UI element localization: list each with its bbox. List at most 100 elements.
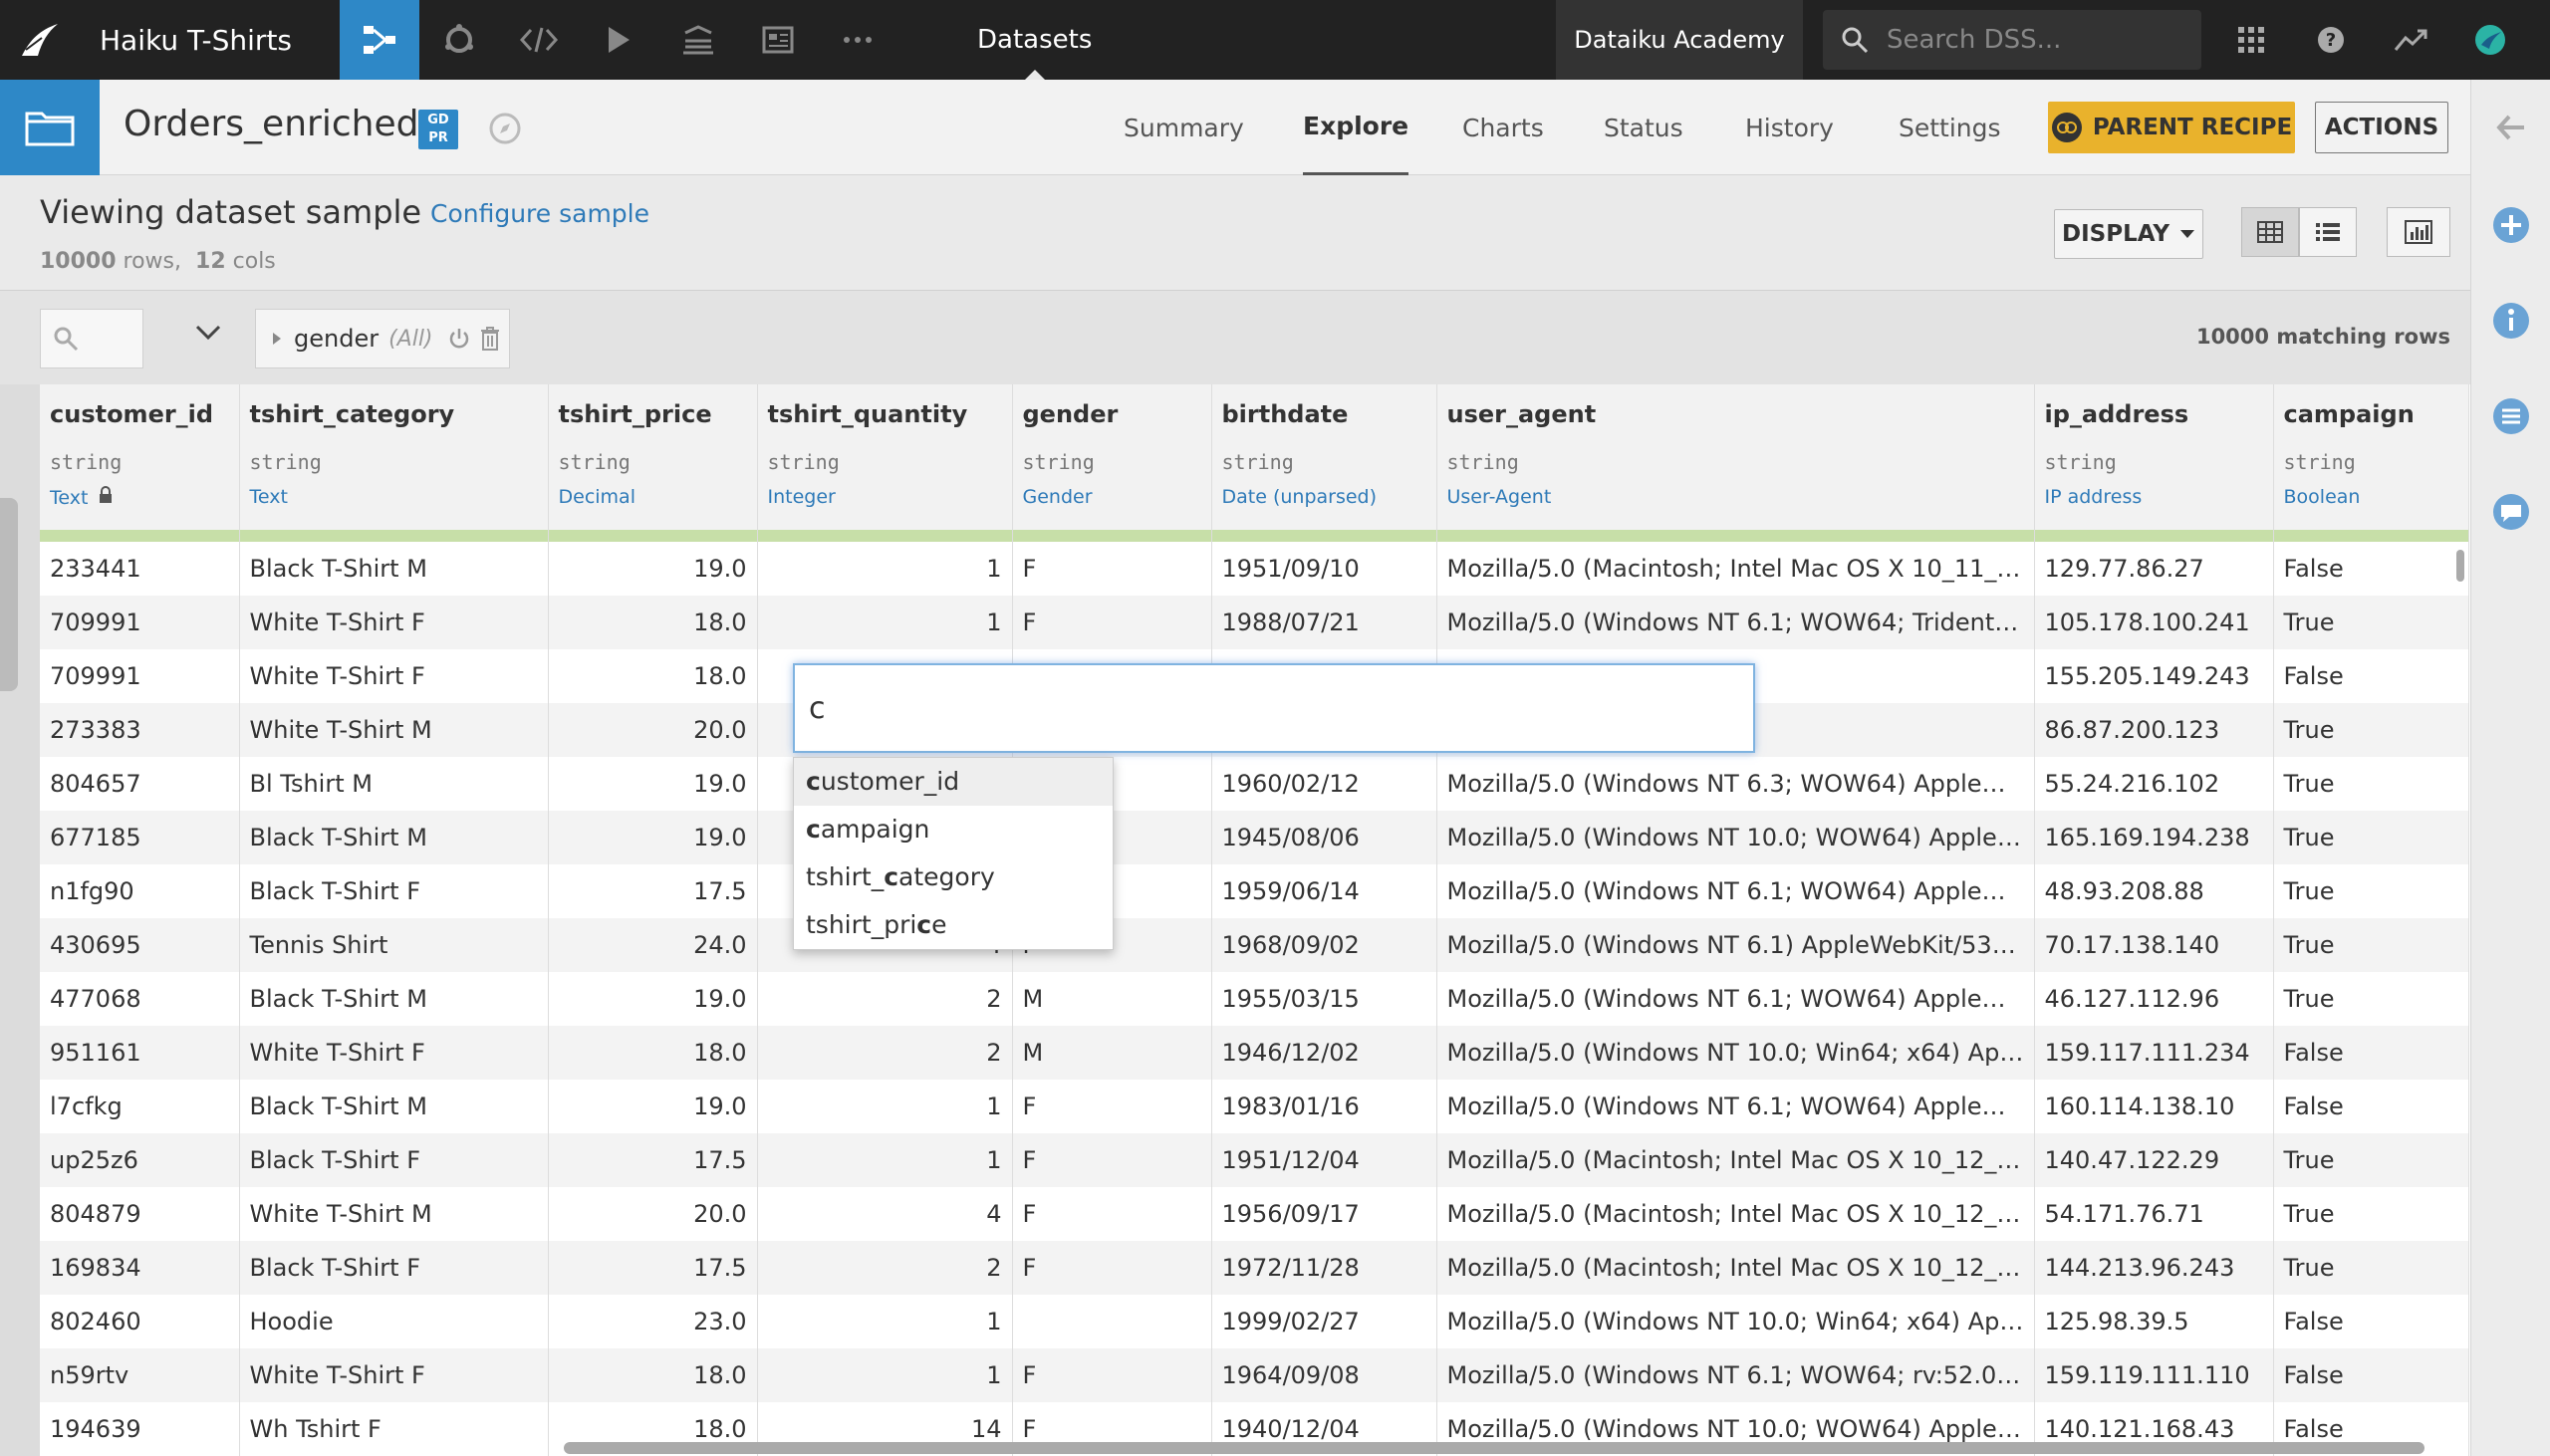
cell-user-agent[interactable]: Mozilla/5.0 (Windows NT 6.1; WOW64) Appl… (1436, 1080, 2035, 1133)
cell-customer-id[interactable]: 804879 (40, 1187, 240, 1241)
tab-summary[interactable]: Summary (1124, 80, 1244, 175)
cell-user-agent[interactable]: Mozilla/5.0 (Windows NT 10.0; WOW64) App… (1436, 811, 2035, 864)
cell-ip-address[interactable]: 48.93.208.88 (2034, 864, 2274, 918)
display-dropdown[interactable]: DISPLAY (2054, 209, 2203, 259)
cell-tshirt-price[interactable]: 19.0 (548, 542, 758, 596)
cell-ip-address[interactable]: 159.117.111.234 (2034, 1026, 2274, 1080)
cell-gender[interactable]: M (1012, 972, 1212, 1026)
cell-campaign[interactable]: True (2273, 703, 2469, 757)
cell-tshirt-category[interactable]: White T-Shirt F (239, 649, 549, 703)
cell-ip-address[interactable]: 86.87.200.123 (2034, 703, 2274, 757)
tab-settings[interactable]: Settings (1899, 80, 2001, 175)
cell-customer-id[interactable]: 951161 (40, 1026, 240, 1080)
cell-user-agent[interactable]: Mozilla/5.0 (Macintosh; Intel Mac OS X 1… (1436, 1187, 2035, 1241)
cell-tshirt-price[interactable]: 24.0 (548, 918, 758, 972)
column-filter-search[interactable] (40, 309, 143, 368)
activity-trend-icon[interactable] (2371, 0, 2450, 80)
list-view-button[interactable] (2299, 207, 2357, 257)
dataiku-logo-icon[interactable] (0, 0, 80, 80)
cell-birthdate[interactable]: 1955/03/15 (1211, 972, 1437, 1026)
cell-user-agent[interactable]: Mozilla/5.0 (Windows NT 10.0; Win64; x64… (1436, 1026, 2035, 1080)
cell-campaign[interactable]: True (2273, 757, 2469, 811)
cell-campaign[interactable]: True (2273, 811, 2469, 864)
cell-ip-address[interactable]: 46.127.112.96 (2034, 972, 2274, 1026)
cell-tshirt-category[interactable]: Wh Tshirt F (239, 1402, 549, 1456)
column-header-user-agent[interactable]: user_agent string User-Agent (1436, 384, 2035, 530)
cell-gender[interactable]: F (1012, 1187, 1212, 1241)
column-header-gender[interactable]: gender string Gender (1012, 384, 1212, 530)
cell-tshirt-price[interactable]: 18.0 (548, 649, 758, 703)
project-title[interactable]: Haiku T-Shirts (100, 24, 292, 57)
cell-tshirt-category[interactable]: Black T-Shirt F (239, 1241, 549, 1295)
cell-tshirt-price[interactable]: 19.0 (548, 972, 758, 1026)
chevron-down-icon[interactable] (195, 325, 221, 345)
cell-gender[interactable] (1012, 1295, 1212, 1348)
flow-icon[interactable] (340, 0, 420, 80)
cell-tshirt-price[interactable]: 23.0 (548, 1295, 758, 1348)
cell-ip-address[interactable]: 105.178.100.241 (2034, 596, 2274, 649)
cell-user-agent[interactable]: Mozilla/5.0 (Windows NT 6.1; WOW64; rv:5… (1436, 1348, 2035, 1402)
cell-gender[interactable]: F (1012, 596, 1212, 649)
column-header-tshirt-category[interactable]: tshirt_category string Text (239, 384, 549, 530)
cell-customer-id[interactable]: 169834 (40, 1241, 240, 1295)
tab-history[interactable]: History (1745, 80, 1834, 175)
cell-campaign[interactable]: False (2273, 1026, 2469, 1080)
cell-birthdate[interactable]: 1964/09/08 (1211, 1348, 1437, 1402)
code-icon[interactable] (499, 0, 579, 80)
cell-user-agent[interactable]: Mozilla/5.0 (Macintosh; Intel Mac OS X 1… (1436, 1133, 2035, 1187)
cell-tshirt-category[interactable]: White T-Shirt F (239, 1348, 549, 1402)
cell-birthdate[interactable]: 1959/06/14 (1211, 864, 1437, 918)
cell-customer-id[interactable]: 273383 (40, 703, 240, 757)
parent-recipe-button[interactable]: PARENT RECIPE (2048, 102, 2295, 153)
cell-tshirt-quantity[interactable]: 1 (757, 596, 1013, 649)
recipes-cycle-icon[interactable] (419, 0, 499, 80)
cell-tshirt-price[interactable]: 18.0 (548, 1026, 758, 1080)
cell-tshirt-category[interactable]: Tennis Shirt (239, 918, 549, 972)
cell-ip-address[interactable]: 70.17.138.140 (2034, 918, 2274, 972)
global-search[interactable] (1823, 10, 2201, 70)
cell-birthdate[interactable]: 1968/09/02 (1211, 918, 1437, 972)
column-meaning[interactable]: User-Agent (1447, 486, 2024, 508)
cell-customer-id[interactable]: 677185 (40, 811, 240, 864)
cell-tshirt-category[interactable]: Black T-Shirt F (239, 864, 549, 918)
cell-tshirt-quantity[interactable]: 2 (757, 972, 1013, 1026)
cell-ip-address[interactable]: 129.77.86.27 (2034, 542, 2274, 596)
help-icon[interactable]: ? (2291, 0, 2371, 80)
cell-tshirt-category[interactable]: Black T-Shirt F (239, 1133, 549, 1187)
cell-gender[interactable]: F (1012, 542, 1212, 596)
user-avatar[interactable] (2450, 0, 2530, 80)
cell-user-agent[interactable]: Mozilla/5.0 (Macintosh; Intel Mac OS X 1… (1436, 1241, 2035, 1295)
column-suggestion-item[interactable]: customer_id (794, 758, 1113, 806)
cell-tshirt-price[interactable]: 17.5 (548, 864, 758, 918)
cell-campaign[interactable]: False (2273, 1080, 2469, 1133)
deploy-stack-icon[interactable] (658, 0, 738, 80)
cell-campaign[interactable]: False (2273, 1348, 2469, 1402)
cell-customer-id[interactable]: up25z6 (40, 1133, 240, 1187)
cell-user-agent[interactable]: Mozilla/5.0 (Windows NT 6.1) AppleWebKit… (1436, 918, 2035, 972)
cell-ip-address[interactable]: 125.98.39.5 (2034, 1295, 2274, 1348)
more-dots-icon[interactable] (818, 0, 897, 80)
cell-tshirt-quantity[interactable]: 1 (757, 1133, 1013, 1187)
add-plus-icon[interactable] (2491, 205, 2531, 245)
column-header-birthdate[interactable]: birthdate string Date (unparsed) (1211, 384, 1437, 530)
cell-customer-id[interactable]: 430695 (40, 918, 240, 972)
tab-status[interactable]: Status (1604, 80, 1683, 175)
column-meaning[interactable]: Decimal (559, 486, 747, 508)
cell-birthdate[interactable]: 1988/07/21 (1211, 596, 1437, 649)
cell-birthdate[interactable]: 1983/01/16 (1211, 1080, 1437, 1133)
horizontal-scrollbar[interactable] (564, 1442, 2424, 1454)
cell-campaign[interactable]: False (2273, 1295, 2469, 1348)
cell-campaign[interactable]: True (2273, 1187, 2469, 1241)
cell-tshirt-price[interactable]: 18.0 (548, 596, 758, 649)
cell-user-agent[interactable]: Mozilla/5.0 (Windows NT 6.3; WOW64) Appl… (1436, 757, 2035, 811)
cell-tshirt-quantity[interactable]: 1 (757, 1348, 1013, 1402)
power-toggle-icon[interactable] (447, 327, 471, 351)
cell-campaign[interactable]: True (2273, 864, 2469, 918)
cell-campaign[interactable]: True (2273, 1241, 2469, 1295)
cell-tshirt-quantity[interactable]: 2 (757, 1241, 1013, 1295)
column-finder-input[interactable] (793, 663, 1755, 753)
cell-customer-id[interactable]: 709991 (40, 649, 240, 703)
tab-charts[interactable]: Charts (1462, 80, 1544, 175)
cell-tshirt-category[interactable]: White T-Shirt M (239, 1187, 549, 1241)
academy-link[interactable]: Dataiku Academy (1556, 0, 1803, 80)
